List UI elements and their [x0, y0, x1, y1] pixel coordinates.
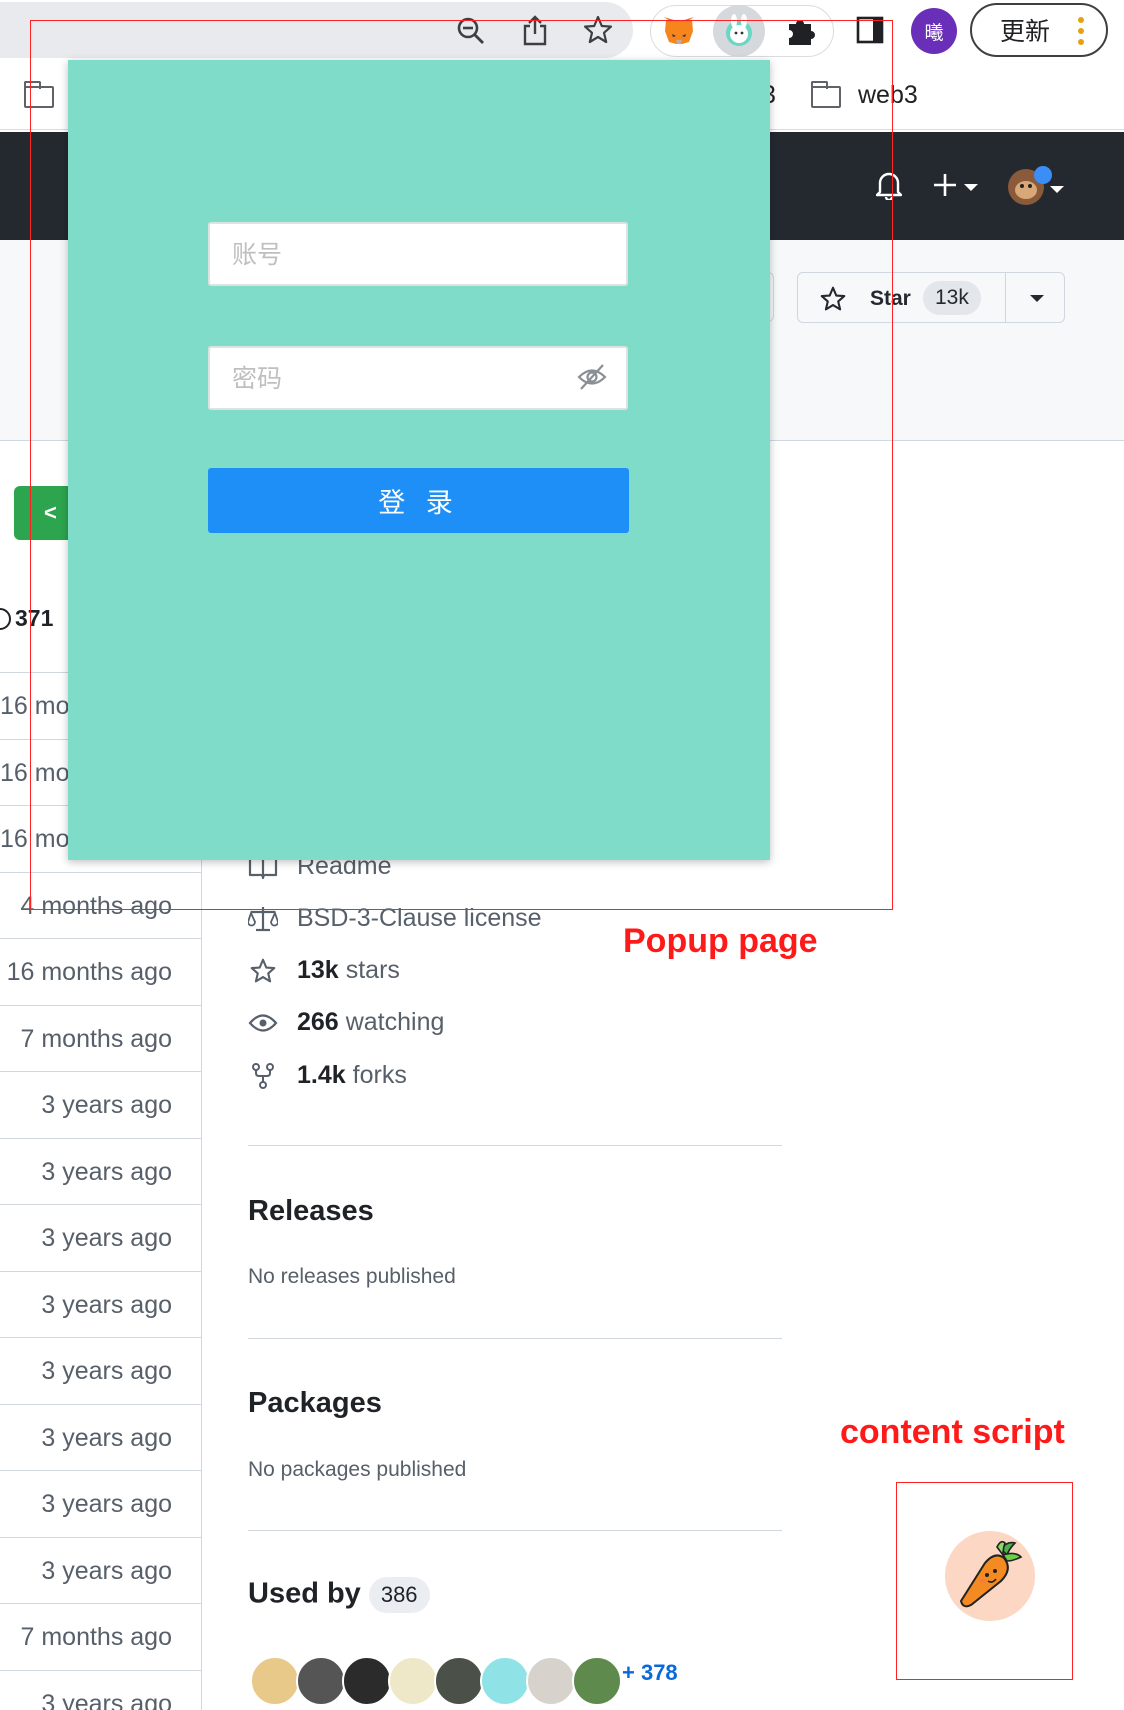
used-by-count: 386: [368, 1577, 430, 1613]
forks-value: 1.4k: [297, 1061, 346, 1089]
more-menu-icon[interactable]: [1078, 17, 1084, 45]
packages-note: No packages published: [248, 1458, 467, 1481]
file-last-updated: 3 years ago: [41, 1091, 172, 1119]
star-count-badge: 13k: [923, 281, 981, 315]
star-divider: [1005, 273, 1006, 322]
file-last-updated: 7 months ago: [20, 1025, 173, 1053]
releases-heading[interactable]: Releases: [248, 1195, 374, 1228]
dependent-avatar[interactable]: [434, 1656, 484, 1706]
eye-icon: [246, 1012, 280, 1034]
file-last-updated: 7 months ago: [20, 1623, 173, 1651]
dependent-avatar[interactable]: [526, 1656, 576, 1706]
forks-link[interactable]: 1.4k forks: [246, 1061, 407, 1090]
dependent-avatar[interactable]: [572, 1656, 622, 1706]
history-icon: [0, 607, 11, 630]
packages-heading[interactable]: Packages: [248, 1387, 382, 1420]
popup-annotation-box: [30, 20, 893, 910]
create-new-plus-icon[interactable]: [932, 170, 982, 200]
file-last-updated: 3 years ago: [41, 1424, 172, 1452]
user-avatar-menu[interactable]: [1008, 164, 1066, 206]
star-outline-icon: [246, 958, 280, 984]
carrot-icon: [957, 1539, 1023, 1614]
dependent-avatar[interactable]: [480, 1656, 530, 1706]
sidebar-divider: [248, 1338, 782, 1339]
watching-label: watching: [345, 1008, 445, 1036]
dependent-avatar[interactable]: [250, 1656, 300, 1706]
dependent-avatar[interactable]: [296, 1656, 346, 1706]
sidebar-divider: [248, 1145, 782, 1146]
file-row[interactable]: 7 months ago: [0, 1005, 202, 1072]
file-row[interactable]: 3 years ago: [0, 1071, 202, 1138]
file-row[interactable]: 16 months ago: [0, 938, 202, 1005]
file-last-updated: 3 years ago: [41, 1557, 172, 1585]
file-row[interactable]: 3 years ago: [0, 1138, 202, 1205]
file-last-updated: 3 years ago: [41, 1224, 172, 1252]
fork-icon: [246, 1062, 280, 1090]
watching-link[interactable]: 266 watching: [246, 1008, 444, 1037]
releases-note: No releases published: [248, 1265, 456, 1288]
file-row[interactable]: 3 years ago: [0, 1537, 202, 1604]
content-script-label: content script: [840, 1413, 1065, 1451]
dependent-avatar[interactable]: [342, 1656, 392, 1706]
used-by-avatars: [250, 1656, 622, 1706]
forks-label: forks: [352, 1061, 407, 1089]
star-dropdown-caret[interactable]: [1030, 295, 1044, 302]
more-dependents-link[interactable]: + 378: [622, 1660, 678, 1686]
stars-value: 13k: [297, 956, 339, 984]
file-last-updated: 3 years ago: [41, 1357, 172, 1385]
stars-label: stars: [345, 956, 400, 984]
update-label: 更新: [1000, 17, 1051, 46]
file-last-updated: 3 years ago: [41, 1291, 172, 1319]
sidebar-divider: [248, 1530, 782, 1531]
watching-value: 266: [297, 1008, 339, 1036]
file-row[interactable]: 3 years ago: [0, 1337, 202, 1404]
file-row[interactable]: 3 years ago: [0, 1404, 202, 1471]
dependent-avatar[interactable]: [388, 1656, 438, 1706]
file-last-updated: 16 months ago: [6, 958, 172, 986]
popup-page-label: Popup page: [623, 922, 818, 960]
update-button[interactable]: 更新: [970, 3, 1108, 57]
file-row[interactable]: 3 years ago: [0, 1204, 202, 1271]
content-script-button[interactable]: [945, 1531, 1035, 1621]
file-row[interactable]: 3 years ago: [0, 1670, 202, 1710]
used-by-title: Used by: [248, 1577, 361, 1610]
used-by-heading[interactable]: Used by 386: [248, 1577, 430, 1613]
stars-link[interactable]: 13k stars: [246, 956, 400, 985]
file-last-updated: 3 years ago: [41, 1158, 172, 1186]
file-last-updated: 3 years ago: [41, 1690, 172, 1710]
profile-avatar[interactable]: 曦: [911, 8, 957, 54]
file-last-updated: 3 years ago: [41, 1490, 172, 1518]
file-row[interactable]: 3 years ago: [0, 1470, 202, 1537]
file-row[interactable]: 3 years ago: [0, 1271, 202, 1338]
file-row[interactable]: 7 months ago: [0, 1603, 202, 1670]
